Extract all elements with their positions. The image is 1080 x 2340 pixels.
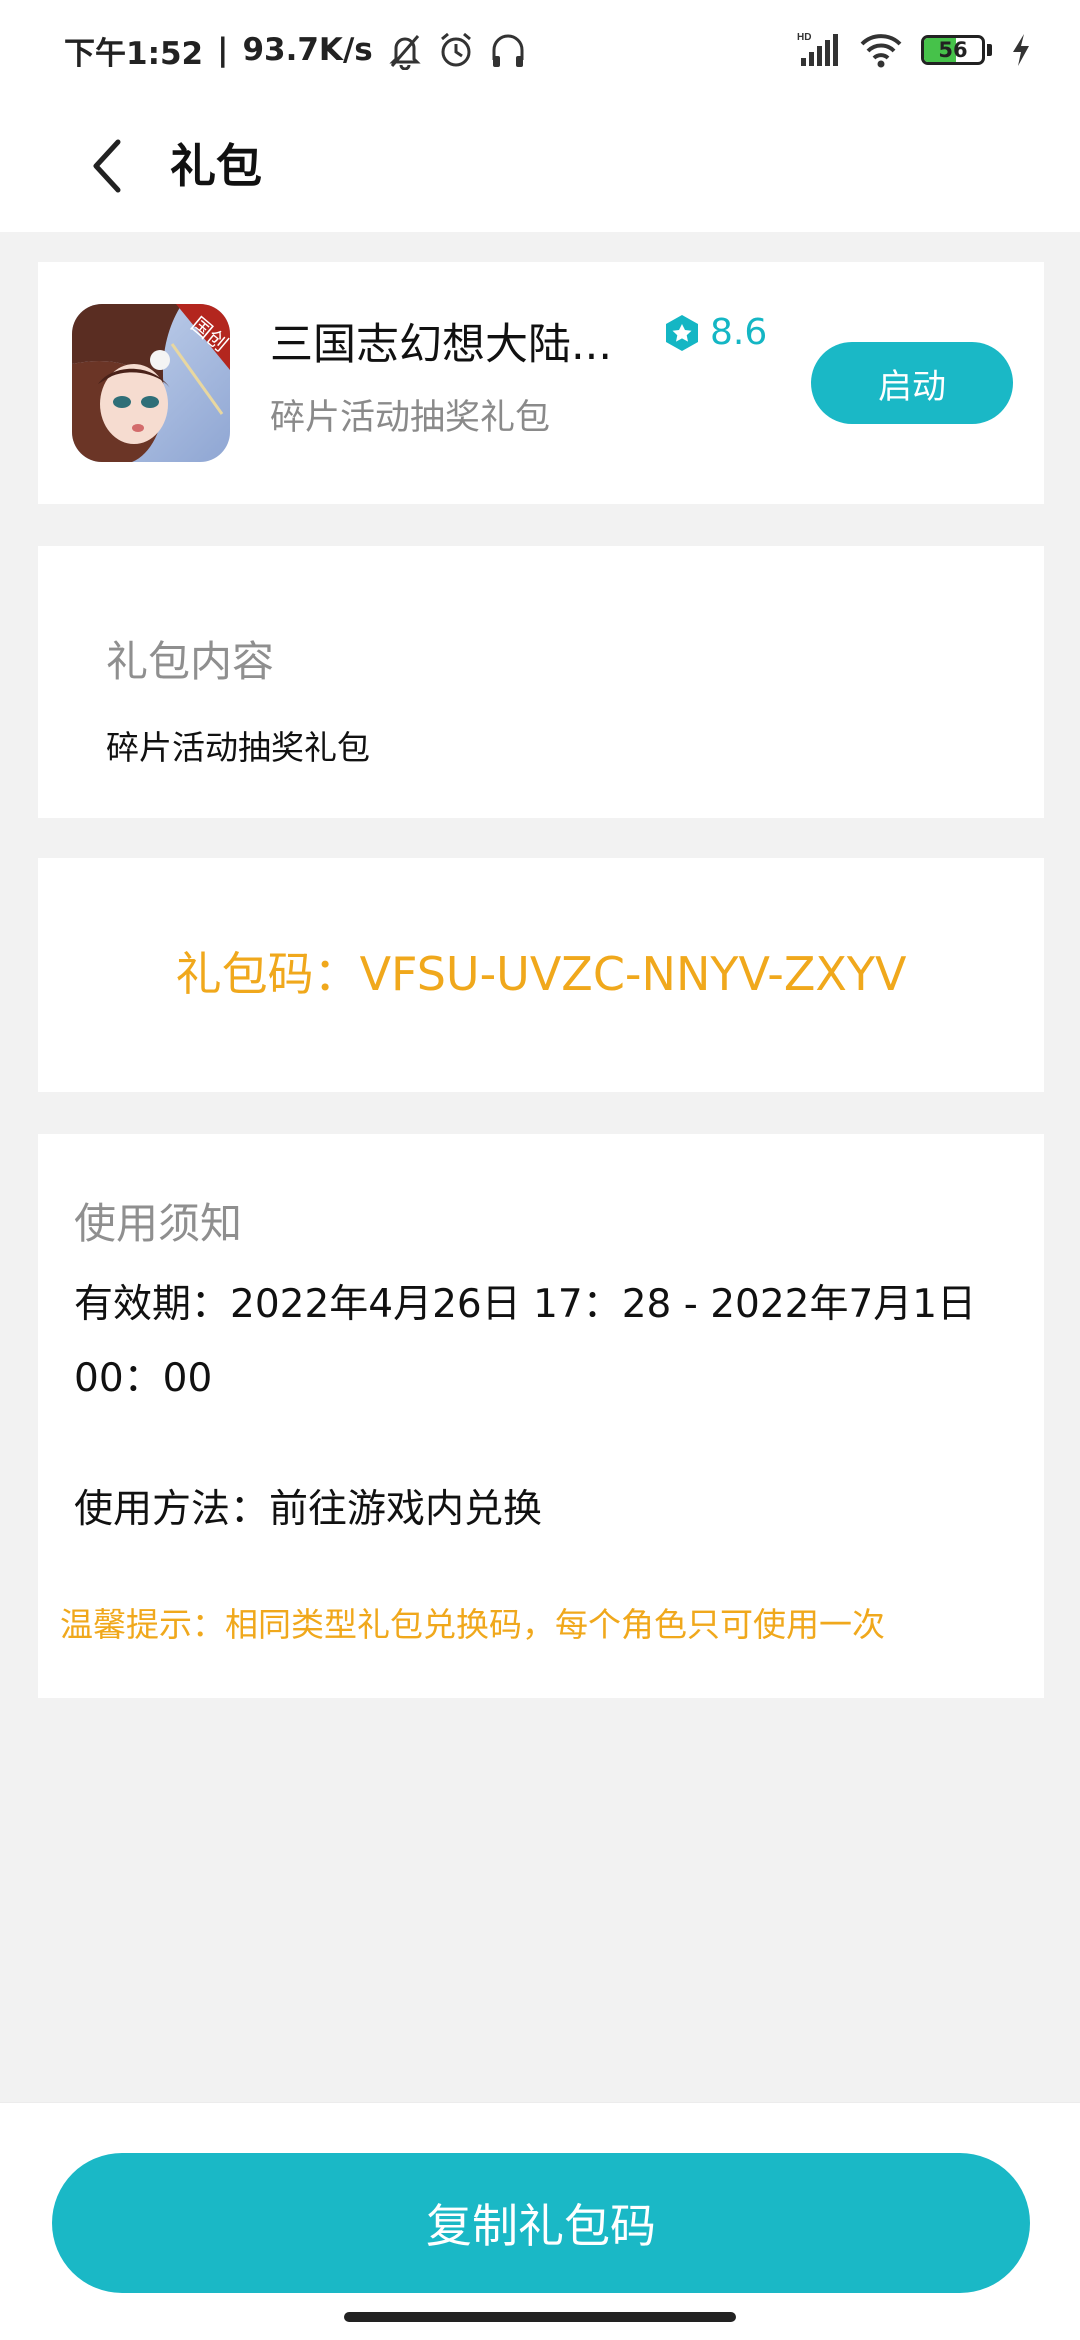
header-bar: 礼包 bbox=[0, 100, 1080, 232]
cellular-signal-icon: HD bbox=[797, 32, 838, 66]
game-app-icon[interactable]: 国创 bbox=[72, 304, 230, 462]
validity-period: 有效期：2022年4月26日 17：28 - 2022年7月1日 00：00 bbox=[74, 1282, 977, 1401]
status-left: 下午1:52 | 93.7K/s bbox=[64, 26, 527, 74]
headphones-icon bbox=[492, 34, 524, 67]
game-card: 国创 三国志幻想大陆... 8.6 碎片活动抽奖礼包 启动 bbox=[38, 262, 1044, 504]
gift-code[interactable]: 礼包码：VFSU-UVZC-NNYV-ZXYV bbox=[38, 938, 1044, 1004]
game-name: 三国志幻想大陆... bbox=[270, 320, 613, 370]
network-speed: 93.7K/s bbox=[242, 32, 373, 68]
game-rating: 8.6 bbox=[664, 312, 767, 353]
status-time: 下午1:52 bbox=[64, 35, 204, 72]
wifi-icon bbox=[860, 34, 902, 68]
status-divider: | bbox=[217, 32, 229, 68]
rating-value: 8.6 bbox=[710, 312, 768, 353]
alarm-clock-icon bbox=[440, 32, 471, 67]
battery-level: 56 bbox=[938, 38, 968, 62]
battery-icon: 56 bbox=[921, 35, 985, 65]
page-title: 礼包 bbox=[170, 139, 262, 193]
gift-code-card: 礼包码：VFSU-UVZC-NNYV-ZXYV bbox=[38, 858, 1044, 1092]
gift-content-card: 礼包内容 碎片活动抽奖礼包 bbox=[38, 546, 1044, 818]
rating-badge-icon bbox=[666, 314, 698, 351]
hd-label: HD bbox=[797, 32, 811, 43]
status-right: HD 56 bbox=[797, 26, 1032, 74]
game-gift-subtitle: 碎片活动抽奖礼包 bbox=[270, 398, 551, 438]
copy-gift-code-button[interactable]: 复制礼包码 bbox=[52, 2153, 1030, 2293]
mute-bell-icon bbox=[389, 35, 421, 70]
home-indicator[interactable] bbox=[344, 2312, 736, 2322]
gift-content-title: 礼包内容 bbox=[106, 637, 275, 686]
usage-notice-title: 使用须知 bbox=[74, 1199, 243, 1248]
back-arrow-icon[interactable] bbox=[78, 128, 132, 204]
battery-tip bbox=[987, 44, 992, 56]
status-bar: 下午1:52 | 93.7K/s HD 56 bbox=[0, 0, 1080, 100]
launch-button[interactable]: 启动 bbox=[811, 342, 1013, 424]
usage-notice-card: 使用须知 有效期：2022年4月26日 17：28 - 2022年7月1日 00… bbox=[38, 1134, 1044, 1698]
charging-bolt-icon bbox=[1013, 34, 1029, 66]
warm-tip: 温馨提示：相同类型礼包兑换码，每个角色只可使用一次 bbox=[60, 1605, 885, 1644]
gift-content-text: 碎片活动抽奖礼包 bbox=[106, 728, 370, 767]
bottom-action-bar: 复制礼包码 bbox=[0, 2102, 1080, 2340]
usage-method: 使用方法：前往游戏内兑换 bbox=[74, 1487, 543, 1532]
